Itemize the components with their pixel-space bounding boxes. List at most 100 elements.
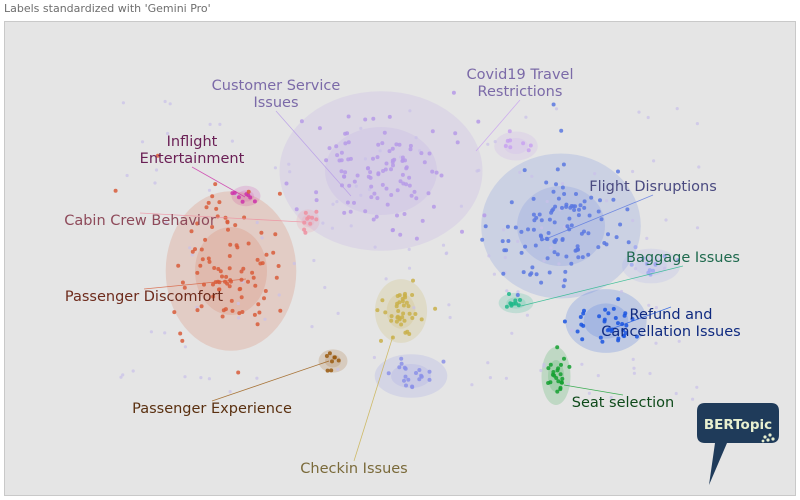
data-point xyxy=(389,314,394,319)
data-point xyxy=(408,147,413,152)
data-point xyxy=(223,279,227,284)
data-point xyxy=(410,316,415,320)
data-point xyxy=(371,116,376,121)
data-point xyxy=(439,173,444,178)
noise-point xyxy=(260,236,264,240)
noise-point xyxy=(163,99,167,104)
data-point xyxy=(384,186,389,191)
noise-point xyxy=(448,315,452,320)
data-point xyxy=(518,298,522,302)
data-point xyxy=(325,368,330,373)
data-point xyxy=(203,237,208,242)
data-point xyxy=(531,212,536,217)
data-point xyxy=(327,351,332,356)
data-point xyxy=(569,261,574,266)
data-point xyxy=(284,181,289,186)
data-point xyxy=(526,148,531,153)
topic-label: Checkin Issues xyxy=(300,461,407,477)
data-point xyxy=(389,193,394,197)
noise-point xyxy=(312,258,316,263)
data-point xyxy=(571,204,576,209)
noise-point xyxy=(459,204,463,208)
data-point xyxy=(324,354,329,358)
data-point xyxy=(314,190,319,195)
data-point xyxy=(224,274,229,279)
data-point xyxy=(223,307,228,312)
data-point xyxy=(622,313,627,318)
data-point xyxy=(210,194,215,199)
data-point xyxy=(410,385,415,390)
data-point xyxy=(339,169,344,174)
data-point xyxy=(397,293,402,298)
noise-point xyxy=(230,139,234,143)
noise-point xyxy=(695,122,700,126)
data-point xyxy=(519,250,524,255)
data-point xyxy=(390,228,395,233)
data-point xyxy=(399,361,404,366)
data-point xyxy=(422,160,427,165)
data-point xyxy=(403,158,407,163)
data-point xyxy=(195,270,200,275)
data-point xyxy=(582,205,587,210)
topic-label-line: Inflight xyxy=(167,134,218,150)
data-point xyxy=(508,145,513,150)
data-point xyxy=(575,329,580,334)
data-point xyxy=(390,160,395,165)
data-point xyxy=(580,255,585,260)
data-point xyxy=(576,213,581,218)
data-point xyxy=(348,209,353,214)
data-point xyxy=(562,356,566,361)
data-point xyxy=(577,207,581,212)
noise-point xyxy=(691,397,695,401)
noise-point xyxy=(631,169,635,174)
noise-point xyxy=(632,366,636,370)
data-point xyxy=(501,271,506,276)
topic-label-line: Passenger Discomfort xyxy=(65,289,224,305)
data-point xyxy=(230,308,235,313)
noise-point xyxy=(503,255,507,260)
noise-point xyxy=(207,188,212,192)
data-point xyxy=(352,179,357,184)
data-point xyxy=(552,373,557,378)
data-point xyxy=(314,198,319,203)
data-point xyxy=(559,362,563,367)
data-point xyxy=(256,302,261,307)
data-point xyxy=(385,202,390,207)
noise-point xyxy=(524,115,528,119)
data-point xyxy=(398,179,403,184)
noise-point xyxy=(263,317,267,321)
topic-label-line: Issues xyxy=(253,95,298,111)
noise-point xyxy=(580,362,584,366)
noise-point xyxy=(695,226,700,230)
data-point xyxy=(346,140,351,145)
data-point xyxy=(587,213,592,218)
data-point xyxy=(226,227,230,232)
data-point xyxy=(346,157,351,162)
data-point xyxy=(178,331,183,336)
noise-point xyxy=(183,345,187,349)
data-point xyxy=(371,156,375,161)
data-point xyxy=(575,244,580,249)
data-point xyxy=(419,151,424,156)
noise-point xyxy=(633,267,638,271)
data-point xyxy=(329,368,334,373)
data-point xyxy=(335,153,340,158)
data-point xyxy=(433,306,438,311)
data-point xyxy=(403,374,408,379)
data-point xyxy=(411,278,415,283)
data-point xyxy=(533,243,538,248)
noise-point xyxy=(539,368,543,373)
noise-point xyxy=(695,385,699,389)
data-point xyxy=(483,224,488,229)
data-point xyxy=(530,265,535,270)
data-point xyxy=(372,191,377,196)
data-point xyxy=(531,196,536,201)
data-point xyxy=(239,295,244,300)
data-point xyxy=(345,200,350,205)
noise-point xyxy=(373,245,377,249)
data-point xyxy=(363,209,368,214)
data-point xyxy=(507,129,512,134)
data-point xyxy=(248,195,253,200)
data-point xyxy=(355,173,360,178)
noise-point xyxy=(149,330,153,334)
